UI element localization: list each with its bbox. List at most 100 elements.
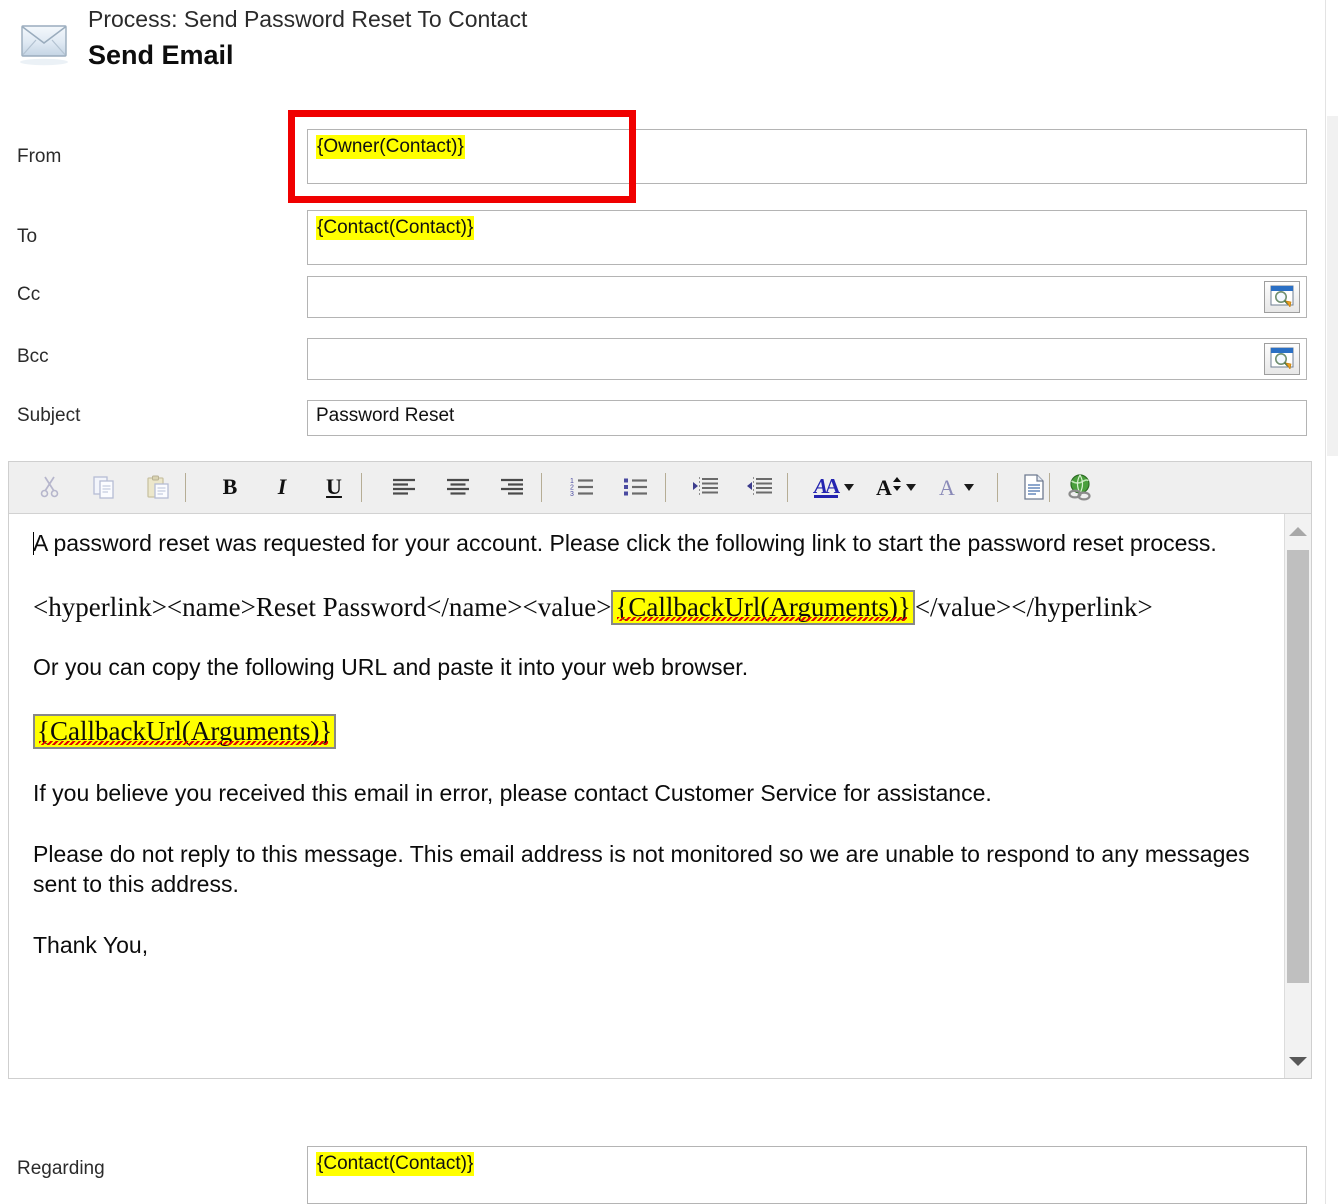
chevron-down-icon — [1289, 1056, 1307, 1066]
callback-url-token-1: {CallbackUrl(Arguments)} — [611, 590, 915, 626]
align-right-icon — [501, 478, 523, 495]
to-label: To — [17, 226, 38, 247]
bcc-input[interactable] — [307, 338, 1307, 380]
bold-button[interactable]: B — [211, 468, 249, 506]
toolbar-separator — [665, 473, 666, 502]
align-left-button[interactable] — [385, 468, 423, 506]
field-row-cc: Cc — [0, 276, 1338, 318]
cc-lookup-icon[interactable] — [1264, 281, 1300, 313]
field-row-bcc: Bcc — [0, 338, 1338, 380]
bold-label: B — [222, 474, 238, 499]
bcc-lookup-icon[interactable] — [1264, 343, 1300, 375]
subject-input[interactable]: Password Reset — [307, 400, 1307, 436]
envelope-icon — [20, 25, 68, 66]
indent-increase-icon — [693, 477, 718, 496]
toolbar-separator — [997, 473, 998, 502]
regarding-value: {Contact(Contact)} — [316, 1152, 475, 1176]
font-name-button[interactable]: A — [933, 468, 985, 506]
hyperlink-prefix: <hyperlink><name>Reset Password</name><v… — [33, 592, 612, 622]
svg-text:A: A — [825, 474, 841, 498]
hyperlink-suffix: </value></hyperlink> — [914, 592, 1153, 622]
align-center-icon — [447, 478, 469, 495]
from-label: From — [17, 146, 62, 167]
body-paragraph-7: Thank You, — [33, 932, 149, 959]
page-vertical-scrollbar[interactable] — [1325, 0, 1338, 1204]
body-paragraph-callback: {CallbackUrl(Arguments)} — [33, 713, 1258, 750]
body-paragraph-1: A password reset was requested for your … — [33, 530, 1217, 556]
toolbar-separator — [185, 473, 186, 502]
lookup-window-icon — [1270, 285, 1294, 308]
page-header: Process: Send Password Reset To Contact … — [0, 0, 1338, 96]
page-title: Send Email — [88, 40, 234, 70]
insert-hyperlink-button[interactable] — [1061, 468, 1099, 506]
paste-button[interactable] — [139, 468, 177, 506]
body-paragraph-hyperlink: <hyperlink><name>Reset Password</name><v… — [33, 589, 1258, 626]
field-row-regarding: Regarding {Contact(Contact)} — [0, 1146, 1338, 1204]
bcc-label: Bcc — [17, 346, 49, 367]
copy-button[interactable] — [85, 468, 123, 506]
underline-button[interactable]: U — [315, 468, 353, 506]
email-body-text-area[interactable]: A password reset was requested for your … — [9, 514, 1311, 1078]
svg-text:3: 3 — [570, 491, 574, 497]
bullet-list-icon — [624, 478, 647, 496]
body-paragraph-3: Or you can copy the following URL and pa… — [33, 654, 749, 681]
field-row-to: To {Contact(Contact)} — [0, 210, 1338, 265]
from-input[interactable]: {Owner(Contact)} — [307, 129, 1307, 184]
svg-text:A: A — [939, 475, 955, 500]
regarding-input[interactable]: {Contact(Contact)} — [307, 1146, 1307, 1204]
hyperlink-globe-icon — [1068, 474, 1091, 501]
callback-url-token-2: {CallbackUrl(Arguments)} — [33, 714, 337, 750]
scroll-down-button[interactable] — [1285, 1046, 1311, 1076]
italic-label: I — [277, 474, 287, 499]
page-scrollbar-thumb[interactable] — [1327, 116, 1338, 456]
subject-value: Password Reset — [316, 405, 455, 426]
field-row-from: From {Owner(Contact)} — [0, 110, 1338, 203]
subject-label: Subject — [17, 405, 81, 426]
svg-text:A: A — [876, 475, 892, 500]
lookup-window-icon — [1270, 347, 1294, 370]
header-text-block: Process: Send Password Reset To Contact … — [88, 4, 527, 72]
increase-indent-button[interactable] — [687, 468, 725, 506]
to-value: {Contact(Contact)} — [316, 216, 475, 240]
scissors-icon — [40, 476, 59, 498]
font-name-icon: A — [939, 475, 974, 500]
chevron-up-icon — [1289, 526, 1307, 536]
scrollbar-thumb[interactable] — [1287, 550, 1309, 983]
cut-button[interactable] — [31, 468, 69, 506]
scroll-up-button[interactable] — [1285, 516, 1311, 546]
font-color-icon: A A — [813, 474, 854, 498]
process-subtitle: Process: Send Password Reset To Contact — [88, 6, 528, 32]
align-center-button[interactable] — [439, 468, 477, 506]
regarding-label: Regarding — [17, 1158, 105, 1179]
align-right-button[interactable] — [493, 468, 531, 506]
cc-input[interactable] — [307, 276, 1307, 318]
cc-label: Cc — [17, 284, 41, 305]
to-input[interactable]: {Contact(Contact)} — [307, 210, 1307, 265]
decrease-indent-button[interactable] — [741, 468, 779, 506]
bulleted-list-button[interactable] — [617, 468, 655, 506]
email-body-editor: B I U 1 2 3 A A A A A password reset was… — [8, 461, 1312, 1079]
toolbar-separator — [787, 473, 788, 502]
editor-vertical-scrollbar[interactable] — [1284, 514, 1311, 1078]
body-paragraph-5: If you believe you received this email i… — [33, 780, 992, 807]
toolbar-separator — [541, 473, 542, 502]
template-document-icon — [1024, 474, 1044, 500]
insert-template-button[interactable] — [1015, 468, 1053, 506]
field-row-subject: Subject Password Reset — [0, 400, 1338, 436]
align-left-icon — [393, 478, 415, 495]
from-value: {Owner(Contact)} — [316, 135, 465, 159]
body-paragraph-6: Please do not reply to this message. Thi… — [33, 841, 1250, 898]
font-size-icon: A — [876, 475, 916, 500]
font-size-button[interactable]: A — [871, 468, 923, 506]
ordered-list-icon: 123 — [570, 478, 593, 497]
italic-button[interactable]: I — [263, 468, 301, 506]
toolbar-separator — [1049, 473, 1050, 502]
indent-decrease-icon — [747, 477, 772, 496]
numbered-list-button[interactable]: 123 — [563, 468, 601, 506]
font-color-button[interactable]: A A — [809, 468, 861, 506]
email-body-content: A password reset was requested for your … — [33, 528, 1258, 960]
copy-documents-icon — [92, 475, 114, 499]
toolbar-separator — [361, 473, 362, 502]
clipboard-icon — [146, 475, 169, 499]
underline-label: U — [326, 474, 342, 499]
